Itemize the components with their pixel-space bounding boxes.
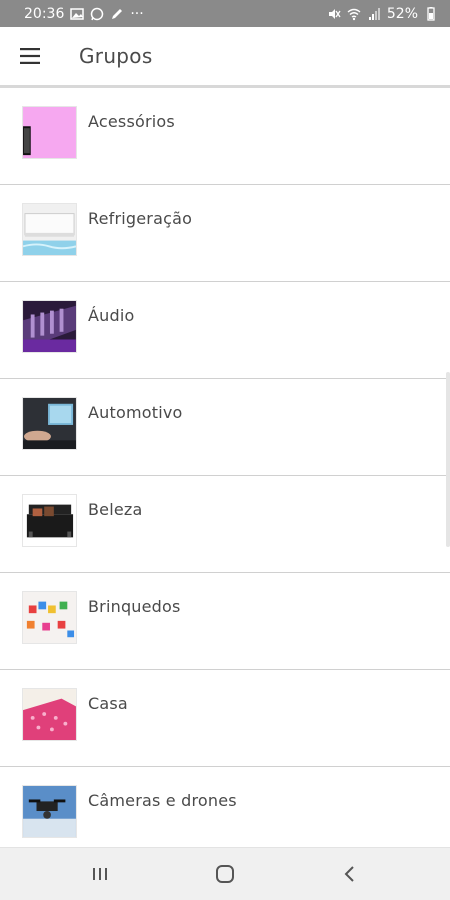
group-label: Casa	[88, 694, 128, 713]
group-label: Automotivo	[88, 403, 183, 422]
status-time: 20:36	[24, 5, 65, 22]
menu-button[interactable]	[0, 27, 62, 85]
whatsapp-notification-icon	[90, 7, 104, 21]
drone-thumbnail	[22, 785, 77, 838]
car-dashboard-thumbnail	[22, 397, 77, 450]
pink-bedding-thumbnail	[22, 688, 77, 741]
home-button[interactable]	[195, 848, 255, 900]
group-label: Acessórios	[88, 112, 175, 131]
scrollbar[interactable]	[446, 372, 450, 547]
gallery-notification-icon	[70, 7, 85, 21]
air-conditioner-thumbnail	[22, 203, 77, 256]
makeup-case-thumbnail	[22, 494, 77, 547]
app-bar: Grupos	[0, 27, 450, 88]
battery-percentage: 52%	[386, 5, 418, 22]
status-bar: 20:36 ··· 52%	[0, 0, 450, 27]
group-item-automotivo[interactable]: Automotivo	[0, 379, 450, 476]
page-title: Grupos	[79, 44, 153, 68]
more-notifications-icon: ···	[130, 5, 144, 22]
edit-notification-icon	[110, 7, 124, 21]
signal-icon	[367, 7, 381, 21]
mute-icon	[327, 7, 341, 21]
group-label: Beleza	[88, 500, 143, 519]
group-item-brinquedos[interactable]: Brinquedos	[0, 573, 450, 670]
group-label: Refrigeração	[88, 209, 193, 228]
group-item-refrigeracao[interactable]: Refrigeração	[0, 185, 450, 282]
group-label: Brinquedos	[88, 597, 181, 616]
group-label: Câmeras e drones	[88, 791, 237, 810]
group-item-acessorios[interactable]: Acessórios	[0, 88, 450, 185]
home-icon	[216, 865, 234, 883]
audio-mixer-thumbnail	[22, 300, 77, 353]
recent-apps-icon	[93, 868, 107, 880]
wifi-icon	[347, 7, 361, 21]
group-item-casa[interactable]: Casa	[0, 670, 450, 767]
accessories-thumbnail	[22, 106, 77, 159]
system-nav-bar	[0, 847, 450, 900]
back-icon	[344, 866, 354, 882]
battery-icon	[424, 6, 438, 21]
groups-list: Acessórios Refrigeração Áudio Automotivo…	[0, 88, 450, 864]
group-label: Áudio	[88, 306, 135, 325]
back-button[interactable]	[320, 848, 380, 900]
hamburger-menu-icon	[20, 48, 40, 64]
group-item-beleza[interactable]: Beleza	[0, 476, 450, 573]
group-item-audio[interactable]: Áudio	[0, 282, 450, 379]
recent-apps-button[interactable]	[70, 848, 130, 900]
toy-blocks-thumbnail	[22, 591, 77, 644]
